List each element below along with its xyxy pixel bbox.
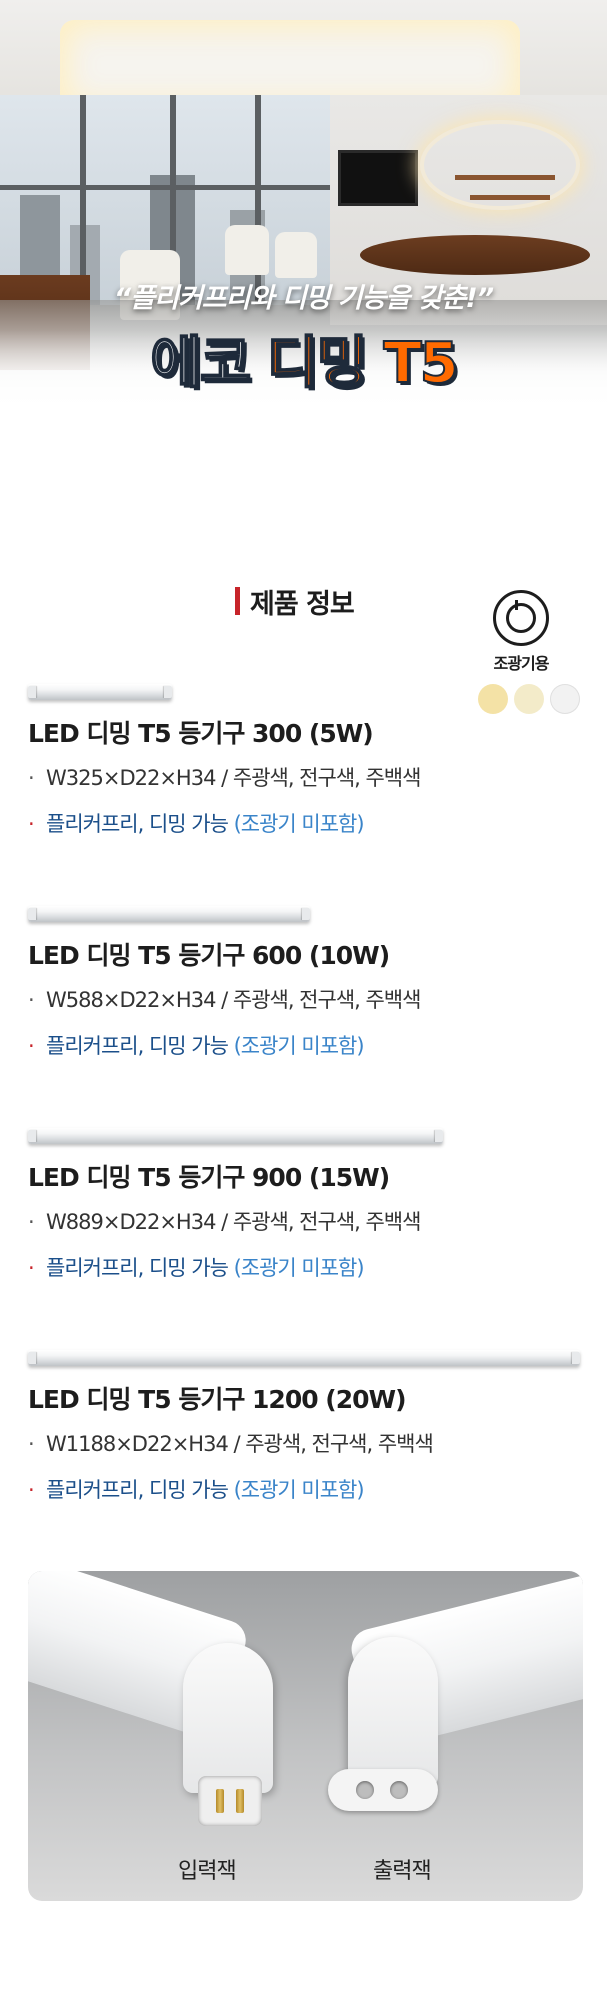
tube-light-image bbox=[28, 1350, 580, 1366]
hero-title: 에코 디밍 T5 bbox=[0, 318, 607, 399]
product-spec: · W1188×D22×H34 / 주광색, 전구색, 주백색 bbox=[28, 1432, 434, 1456]
end-cap-input bbox=[183, 1643, 273, 1793]
product-600: LED 디밍 T5 등기구 600 (10W) · W588×D22×H34 / … bbox=[28, 906, 588, 1060]
product-feature: · 플리커프리, 디밍 가능 (조광기 미포함) bbox=[28, 812, 365, 836]
chair bbox=[275, 232, 317, 278]
output-jack-label: 출력잭 bbox=[373, 1859, 432, 1884]
dimmer-knob-icon bbox=[493, 590, 549, 646]
wall-shelf bbox=[455, 175, 555, 180]
tube-light-image bbox=[28, 1128, 443, 1144]
product-900: LED 디밍 T5 등기구 900 (15W) · W889×D22×H34 / … bbox=[28, 1128, 588, 1282]
output-jack bbox=[328, 1769, 438, 1811]
product-feature: · 플리커프리, 디밍 가능 (조광기 미포함) bbox=[28, 1034, 365, 1058]
product-spec: · W889×D22×H34 / 주광색, 전구색, 주백색 bbox=[28, 1210, 421, 1234]
chair bbox=[225, 225, 269, 275]
section-heading: 제품 정보 bbox=[235, 584, 355, 620]
input-jack bbox=[198, 1776, 262, 1826]
input-jack-label: 입력잭 bbox=[178, 1859, 237, 1884]
product-1200: LED 디밍 T5 등기구 1200 (20W) · W1188×D22×H34 … bbox=[28, 1350, 588, 1504]
hero-title-part1: 에코 bbox=[149, 330, 267, 397]
product-name: LED 디밍 T5 등기구 300 (5W) bbox=[28, 719, 374, 748]
product-300: LED 디밍 T5 등기구 300 (5W) · W325×D22×H34 / 주… bbox=[28, 684, 588, 838]
tube-light-image bbox=[28, 684, 172, 700]
section-heading-text: 제품 정보 bbox=[250, 588, 355, 620]
hero-title-part2: 디밍 T5 bbox=[266, 330, 460, 397]
tube-light-image bbox=[28, 906, 310, 922]
connector-photo: 입력잭 출력잭 bbox=[28, 1571, 583, 1901]
hero-tagline: “플리커프리와 디밍 기능을 갖춘!” bbox=[113, 283, 494, 314]
window-mullion bbox=[80, 95, 86, 305]
product-spec: · W588×D22×H34 / 주광색, 전구색, 주백색 bbox=[28, 988, 421, 1012]
product-name: LED 디밍 T5 등기구 900 (15W) bbox=[28, 1163, 390, 1192]
end-cap-output bbox=[348, 1637, 438, 1787]
product-feature: · 플리커프리, 디밍 가능 (조광기 미포함) bbox=[28, 1256, 365, 1280]
dimmer-label: 조광기용 bbox=[493, 654, 550, 673]
product-name: LED 디밍 T5 등기구 1200 (20W) bbox=[28, 1385, 407, 1414]
product-name: LED 디밍 T5 등기구 600 (10W) bbox=[28, 941, 390, 970]
wall-shelf bbox=[470, 195, 550, 200]
product-spec: · W325×D22×H34 / 주광색, 전구색, 주백색 bbox=[28, 766, 421, 790]
meeting-table bbox=[360, 235, 590, 275]
window-transom bbox=[0, 185, 330, 190]
product-feature: · 플리커프리, 디밍 가능 (조광기 미포함) bbox=[28, 1478, 365, 1502]
heading-accent-bar bbox=[235, 587, 240, 615]
wall-tv bbox=[338, 150, 418, 206]
